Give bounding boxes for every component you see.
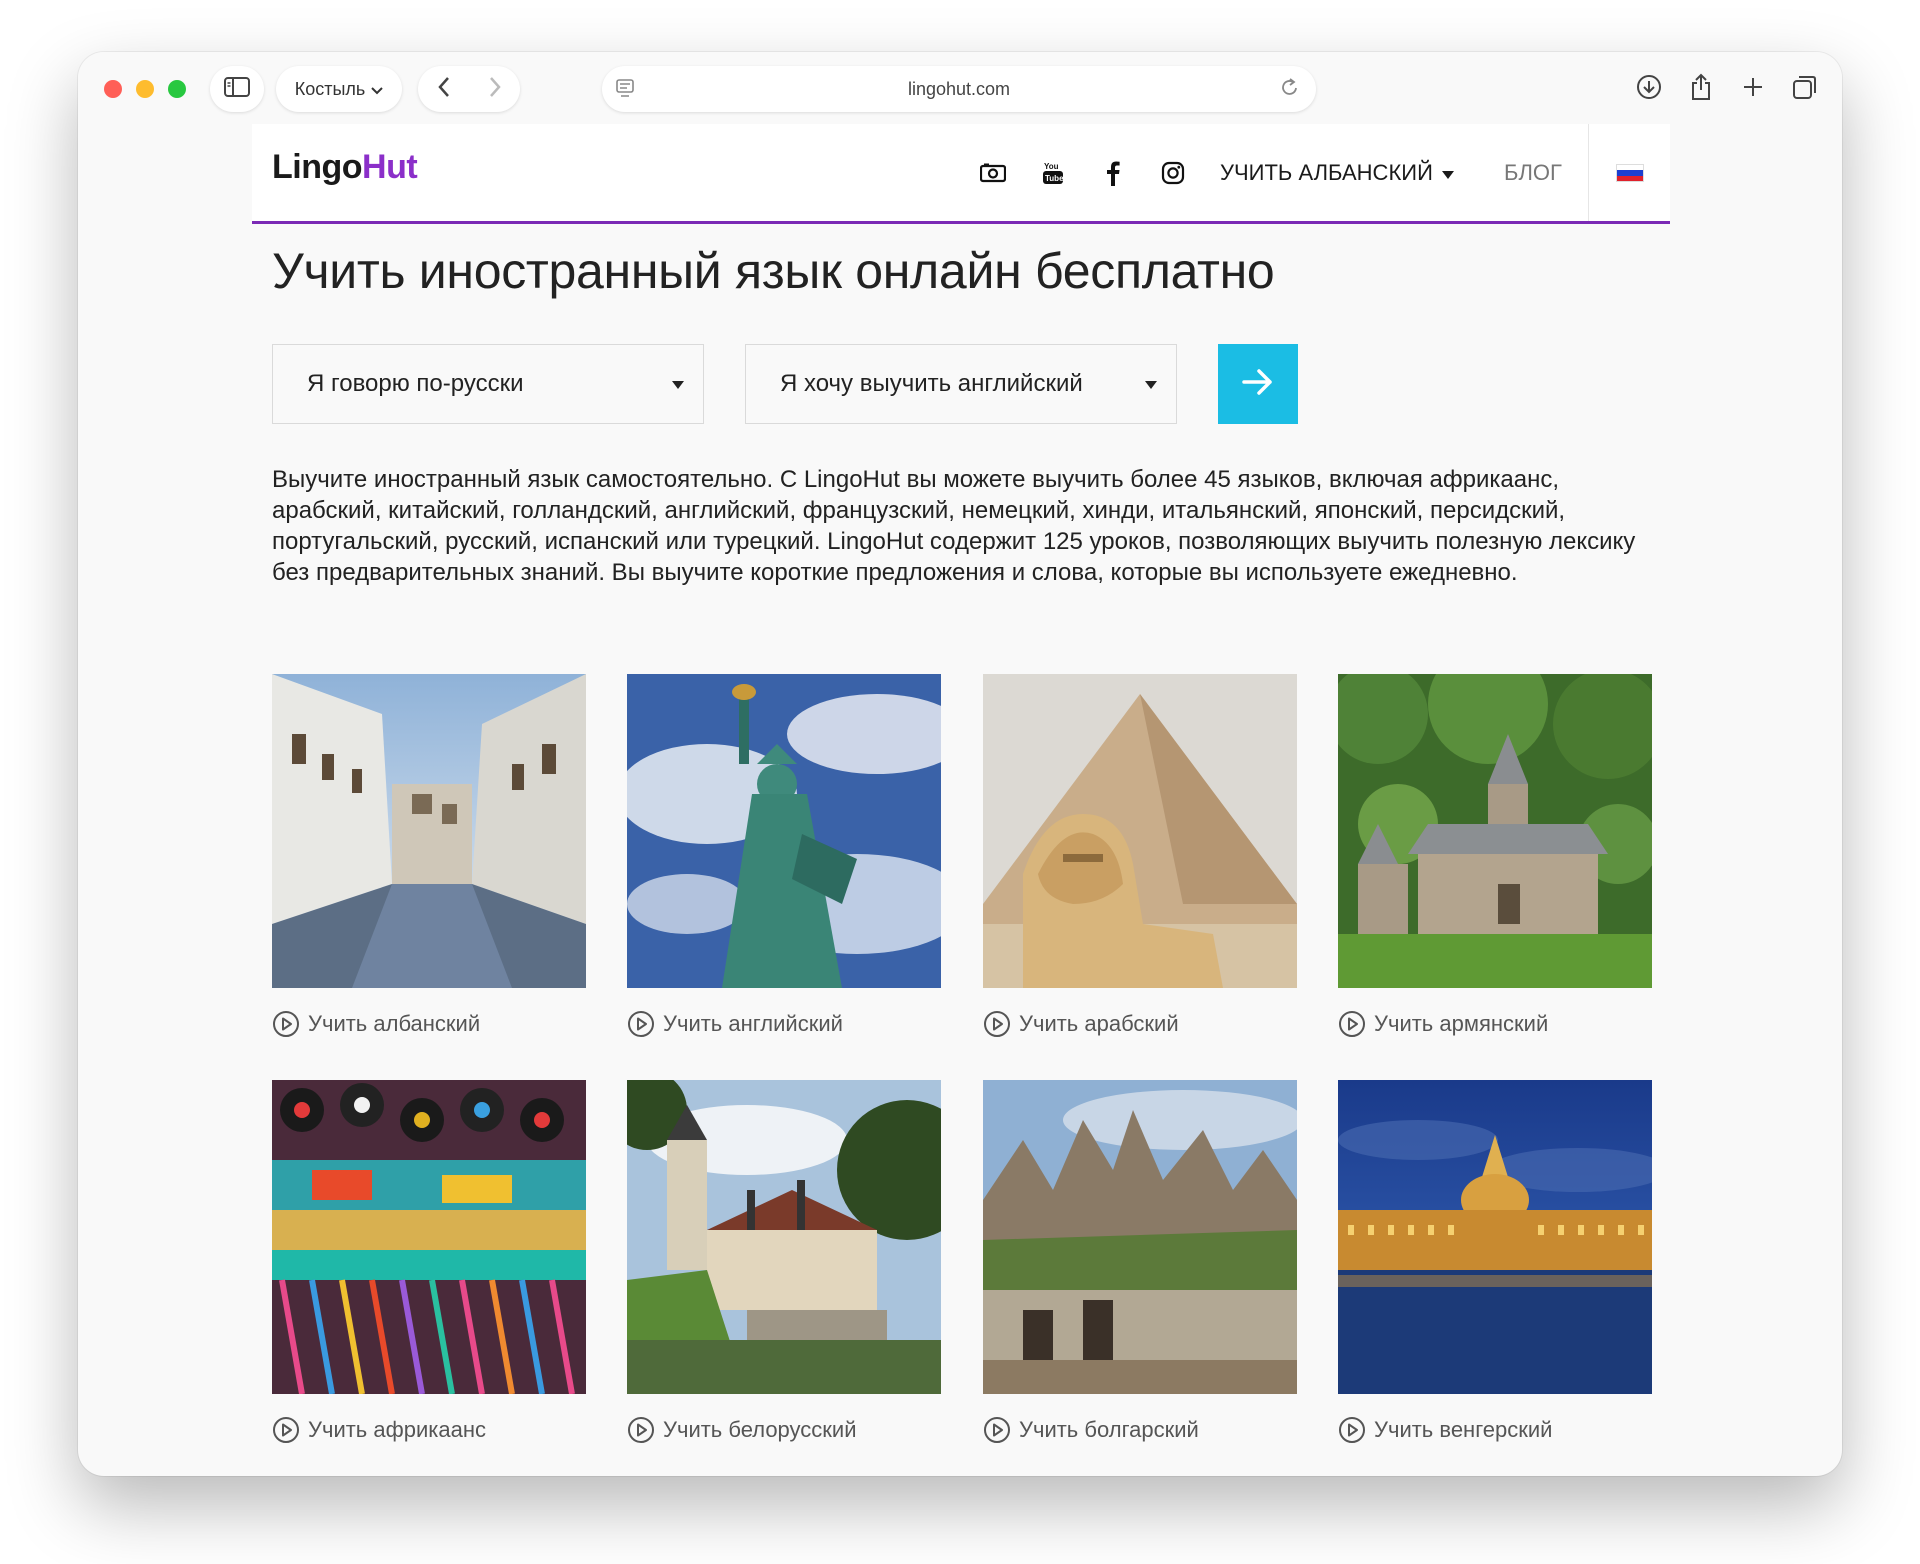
language-link[interactable]: Учить албанский bbox=[272, 1010, 586, 1038]
language-card-english[interactable]: Учить английский bbox=[627, 674, 941, 1038]
statue-of-liberty-photo[interactable] bbox=[627, 674, 941, 988]
language-card-afrikaans[interactable]: Учить африкаанс bbox=[272, 1080, 586, 1444]
address-text: lingohut.com bbox=[907, 78, 1011, 99]
language-card-bulgarian[interactable]: Учить болгарский bbox=[983, 1080, 1297, 1444]
svg-text:You: You bbox=[1044, 162, 1059, 171]
budapest-parliament-photo[interactable] bbox=[1338, 1080, 1652, 1394]
armenian-monastery-photo[interactable] bbox=[1338, 674, 1652, 988]
language-link[interactable]: Учить арабский bbox=[983, 1010, 1297, 1038]
language-link[interactable]: Учить африкаанс bbox=[272, 1416, 586, 1444]
maximize-window-button[interactable] bbox=[168, 80, 186, 98]
new-tab-icon[interactable] bbox=[1738, 72, 1768, 102]
language-label: Учить албанский bbox=[308, 1011, 481, 1036]
play-circle-icon bbox=[983, 1416, 1011, 1444]
target-language-select[interactable]: Я хочу выучить английский bbox=[745, 344, 1177, 424]
native-language-value: Я говорю по-русски bbox=[307, 370, 524, 397]
language-card-arabic[interactable]: Учить арабский bbox=[983, 674, 1297, 1038]
learn-language-menu[interactable]: УЧИТЬ АЛБАНСКИЙ bbox=[1220, 160, 1455, 186]
minimize-window-button[interactable] bbox=[136, 80, 154, 98]
language-card-albanian[interactable]: Учить албанский bbox=[272, 674, 586, 1038]
language-card-belarusian[interactable]: Учить белорусский bbox=[627, 1080, 941, 1444]
chevron-left-icon bbox=[437, 77, 449, 97]
camera-icon[interactable] bbox=[978, 158, 1008, 188]
page-settings-icon[interactable] bbox=[616, 79, 634, 104]
language-label: Учить венгерский bbox=[1374, 1417, 1553, 1442]
blog-link[interactable]: БЛОГ bbox=[1504, 160, 1562, 186]
intro-paragraph: Выучите иностранный язык самостоятельно.… bbox=[272, 466, 1636, 586]
arrow-right-icon bbox=[1242, 368, 1274, 400]
web-page: LingoHut You Tube УЧИТЬ АЛБАНСКИЙ БЛОГ У… bbox=[252, 124, 1670, 1476]
downloads-icon[interactable] bbox=[1634, 72, 1664, 102]
chevron-right-icon bbox=[489, 77, 501, 97]
back-button[interactable] bbox=[437, 76, 451, 102]
play-circle-icon bbox=[1338, 1416, 1366, 1444]
reload-icon[interactable] bbox=[1280, 76, 1300, 104]
caret-down-icon bbox=[1441, 160, 1455, 186]
russian-flag-icon[interactable] bbox=[1616, 164, 1644, 182]
history-nav bbox=[418, 66, 520, 112]
belogradchik-rocks-photo[interactable] bbox=[983, 1080, 1297, 1394]
play-circle-icon bbox=[272, 1416, 300, 1444]
language-label: Учить африкаанс bbox=[308, 1417, 486, 1442]
profile-menu-button[interactable]: Костыль bbox=[276, 66, 402, 112]
share-icon[interactable] bbox=[1686, 72, 1716, 102]
site-logo[interactable]: LingoHut bbox=[272, 148, 418, 187]
browser-window: Костыль lingohut.com LingoHut You Tube У… bbox=[78, 52, 1842, 1476]
go-button[interactable] bbox=[1218, 344, 1298, 424]
dropdown-caret-icon bbox=[1144, 377, 1158, 395]
youtube-icon[interactable]: You Tube bbox=[1038, 158, 1068, 188]
language-label: Учить армянский bbox=[1374, 1011, 1549, 1036]
instagram-icon[interactable] bbox=[1158, 158, 1188, 188]
african-crafts-photo[interactable] bbox=[272, 1080, 586, 1394]
albanian-street-photo[interactable] bbox=[272, 674, 586, 988]
native-language-select[interactable]: Я говорю по-русски bbox=[272, 344, 704, 424]
site-header: LingoHut You Tube УЧИТЬ АЛБАНСКИЙ БЛОГ bbox=[252, 124, 1670, 224]
address-bar[interactable]: lingohut.com bbox=[602, 66, 1316, 112]
toolbar-actions bbox=[1634, 72, 1820, 102]
language-link[interactable]: Учить белорусский bbox=[627, 1416, 941, 1444]
tab-overview-icon[interactable] bbox=[1790, 72, 1820, 102]
language-link[interactable]: Учить английский bbox=[627, 1010, 941, 1038]
language-link[interactable]: Учить армянский bbox=[1338, 1010, 1652, 1038]
play-circle-icon bbox=[627, 1010, 655, 1038]
dropdown-caret-icon bbox=[671, 377, 685, 395]
language-link[interactable]: Учить болгарский bbox=[983, 1416, 1297, 1444]
play-circle-icon bbox=[627, 1416, 655, 1444]
play-circle-icon bbox=[983, 1010, 1011, 1038]
chevron-down-icon bbox=[371, 79, 383, 100]
language-label: Учить болгарский bbox=[1019, 1417, 1199, 1442]
profile-label: Костыль bbox=[294, 78, 366, 99]
language-card-armenian[interactable]: Учить армянский bbox=[1338, 674, 1652, 1038]
nesvizh-castle-photo[interactable] bbox=[627, 1080, 941, 1394]
sidebar-icon bbox=[224, 76, 250, 102]
browser-toolbar: Костыль lingohut.com bbox=[78, 52, 1842, 124]
language-link[interactable]: Учить венгерский bbox=[1338, 1416, 1652, 1444]
svg-text:Tube: Tube bbox=[1045, 174, 1064, 183]
pyramid-sphinx-photo[interactable] bbox=[983, 674, 1297, 988]
page-title: Учить иностранный язык онлайн бесплатно bbox=[272, 243, 1275, 299]
play-circle-icon bbox=[272, 1010, 300, 1038]
play-circle-icon bbox=[1338, 1010, 1366, 1038]
learn-language-label: УЧИТЬ АЛБАНСКИЙ bbox=[1220, 160, 1433, 185]
language-card-hungarian[interactable]: Учить венгерский bbox=[1338, 1080, 1652, 1444]
language-label: Учить английский bbox=[663, 1011, 843, 1036]
header-divider bbox=[1588, 124, 1589, 221]
language-label: Учить арабский bbox=[1019, 1011, 1179, 1036]
sidebar-toggle-button[interactable] bbox=[210, 66, 264, 112]
forward-button[interactable] bbox=[488, 76, 502, 102]
facebook-icon[interactable] bbox=[1098, 158, 1128, 188]
language-label: Учить белорусский bbox=[663, 1417, 857, 1442]
close-window-button[interactable] bbox=[104, 80, 122, 98]
target-language-value: Я хочу выучить английский bbox=[780, 370, 1083, 397]
